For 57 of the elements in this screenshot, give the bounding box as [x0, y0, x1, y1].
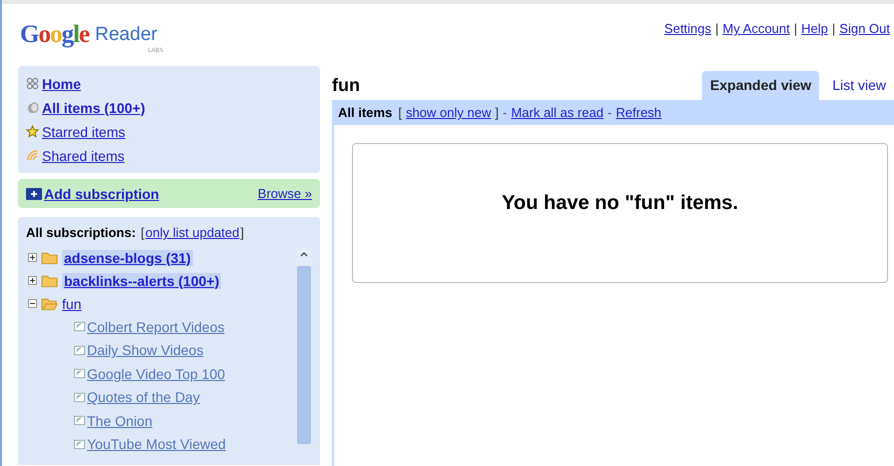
nav-link[interactable]: Home — [42, 76, 81, 92]
nav-link[interactable]: Starred items — [42, 124, 126, 140]
feed-link[interactable]: Google Video Top 100 — [87, 366, 226, 382]
folder-link[interactable]: adsense-blogs (31) — [62, 250, 193, 266]
feed-link[interactable]: Colbert Report Videos — [87, 318, 224, 335]
plus-icon — [26, 188, 42, 200]
feed-icon — [74, 438, 85, 450]
feed-icon — [74, 344, 85, 356]
header-link[interactable]: Help — [801, 21, 828, 36]
bracket: ] — [240, 225, 244, 240]
folder-icon — [41, 250, 58, 264]
grid-icon — [26, 77, 39, 90]
toolbar-link[interactable]: Refresh — [616, 105, 662, 120]
subscriptions-title: All subscriptions: — [26, 225, 136, 240]
feed-icon — [74, 392, 85, 403]
bracket: [ — [140, 225, 144, 240]
browse-link[interactable]: Browse » — [258, 186, 312, 201]
separator: | — [715, 21, 719, 36]
header-link[interactable]: Settings — [664, 21, 712, 36]
expand-toggle-icon[interactable] — [28, 276, 37, 285]
feed-link[interactable]: Quotes of the Day — [87, 389, 200, 406]
broadcast-icon — [26, 149, 39, 162]
folder-icon — [41, 296, 58, 310]
star-icon — [26, 125, 39, 138]
separator: - — [502, 105, 508, 120]
expand-toggle-icon[interactable] — [28, 299, 37, 308]
filter-link[interactable]: only list updated — [145, 225, 240, 240]
folder-icon — [41, 274, 58, 288]
nav-link[interactable]: Shared items — [42, 148, 124, 164]
separator: | — [794, 21, 798, 36]
add-subscription-link[interactable]: Add subscription — [44, 186, 160, 202]
header-link[interactable]: My Account — [722, 21, 790, 36]
nav-link[interactable]: All items (100+) — [42, 100, 146, 116]
feed-icon — [74, 321, 85, 332]
empty-message: You have no "fun" items. — [502, 192, 738, 216]
feed-link[interactable]: Daily Show Videos — [87, 342, 204, 358]
separator: | — [832, 21, 836, 36]
folder-link[interactable]: fun — [62, 296, 82, 312]
feed-icon — [74, 368, 85, 380]
folder-link[interactable]: backlinks--alerts (100+) — [62, 272, 222, 288]
expand-toggle-icon[interactable] — [28, 253, 37, 262]
scrollbar[interactable] — [296, 248, 312, 444]
header-link[interactable]: Sign Out — [839, 21, 890, 36]
feed-link[interactable]: YouTube Most Viewed — [87, 436, 226, 452]
filter-link[interactable]: show only new — [406, 105, 492, 120]
feed-title: fun — [332, 75, 360, 96]
feed-icon — [74, 415, 85, 426]
reader-logo-text: Reader — [95, 24, 158, 46]
filter-label: All items — [338, 105, 392, 120]
google-logo: Google — [20, 21, 90, 49]
bracket: [ — [398, 105, 402, 120]
feed-link[interactable]: The Onion — [87, 412, 152, 429]
toolbar-link[interactable]: Mark all as read — [511, 105, 604, 120]
separator: - — [608, 105, 612, 120]
bracket: ] — [495, 105, 499, 120]
stack-icon — [26, 101, 39, 114]
view-tab[interactable]: Expanded view — [702, 71, 820, 100]
